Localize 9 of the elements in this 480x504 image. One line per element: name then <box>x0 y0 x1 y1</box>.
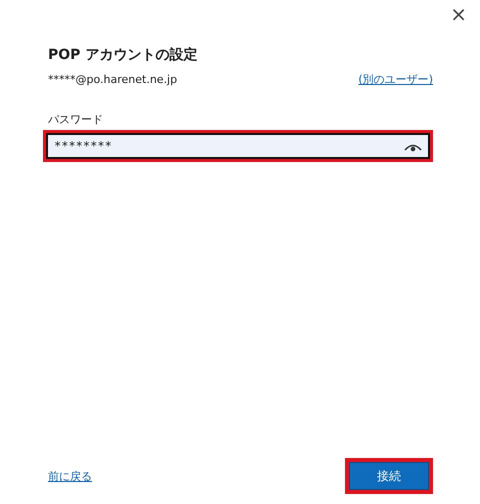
password-field[interactable]: ******** <box>46 133 430 159</box>
back-link[interactable]: 前に戻る <box>48 468 92 484</box>
close-button[interactable]: × <box>450 4 467 24</box>
switch-user-link[interactable]: (別のユーザー) <box>358 72 433 87</box>
connect-button[interactable]: 接続 <box>349 462 429 490</box>
password-label: パスワード <box>48 112 104 127</box>
eye-icon[interactable] <box>404 142 422 152</box>
dialog-title: POP アカウントの設定 <box>48 46 198 64</box>
email-address: *****@po.harenet.ne.jp <box>48 73 178 86</box>
